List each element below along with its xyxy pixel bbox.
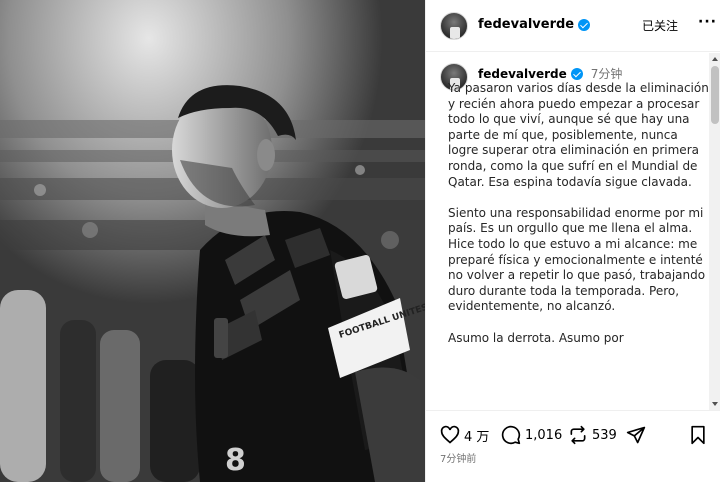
scrollbar[interactable] bbox=[709, 53, 720, 410]
scrollbar-thumb[interactable] bbox=[711, 66, 719, 124]
post-photo[interactable]: FOOTBALL UNITES 8 bbox=[0, 0, 425, 482]
post-header: fedevalverde 已关注 ··· bbox=[426, 0, 720, 52]
more-options-icon[interactable]: ··· bbox=[698, 14, 717, 30]
likes-count: 4 万 bbox=[464, 429, 490, 445]
comment-bubble-icon bbox=[501, 425, 521, 445]
caption-text: Ya pasaron varios días desde la eliminac… bbox=[448, 81, 709, 345]
bookmark-icon bbox=[691, 425, 705, 445]
comments-count: 1,016 bbox=[525, 427, 563, 443]
action-bar: 4 万 1,016 539 7分钟前 bbox=[426, 410, 720, 482]
verified-badge-icon bbox=[570, 67, 583, 80]
save-button[interactable] bbox=[688, 425, 708, 445]
header-username[interactable]: fedevalverde bbox=[478, 17, 574, 32]
jersey-number: 8 bbox=[225, 443, 246, 478]
reposts-count: 539 bbox=[592, 427, 617, 443]
caption-username-row: fedevalverde 7分钟 bbox=[478, 65, 622, 82]
avatar[interactable] bbox=[440, 12, 468, 40]
comment-button[interactable]: 1,016 bbox=[501, 425, 562, 445]
repost-icon bbox=[570, 425, 586, 445]
header-username-row: fedevalverde bbox=[478, 17, 591, 32]
post-side-panel: fedevalverde 已关注 ··· fedevalverde 7分钟 Ya… bbox=[425, 0, 720, 482]
player-photo-illustration: FOOTBALL UNITES 8 bbox=[0, 0, 425, 482]
repost-button[interactable]: 539 bbox=[568, 425, 617, 445]
post-timestamp: 7分钟前 bbox=[440, 454, 477, 465]
scroll-up-arrow-icon[interactable] bbox=[712, 57, 718, 61]
scroll-down-arrow-icon[interactable] bbox=[712, 402, 718, 406]
verified-badge-icon bbox=[578, 18, 591, 31]
following-button[interactable]: 已关注 bbox=[642, 17, 678, 34]
comments-area[interactable]: fedevalverde 7分钟 Ya pasaron varios días … bbox=[426, 53, 720, 410]
like-button[interactable]: 4 万 bbox=[440, 425, 489, 445]
caption-time: 7分钟 bbox=[590, 67, 623, 81]
paper-plane-icon bbox=[626, 426, 646, 444]
heart-icon bbox=[440, 425, 460, 444]
caption-username[interactable]: fedevalverde bbox=[478, 67, 567, 81]
share-button[interactable] bbox=[626, 425, 646, 445]
